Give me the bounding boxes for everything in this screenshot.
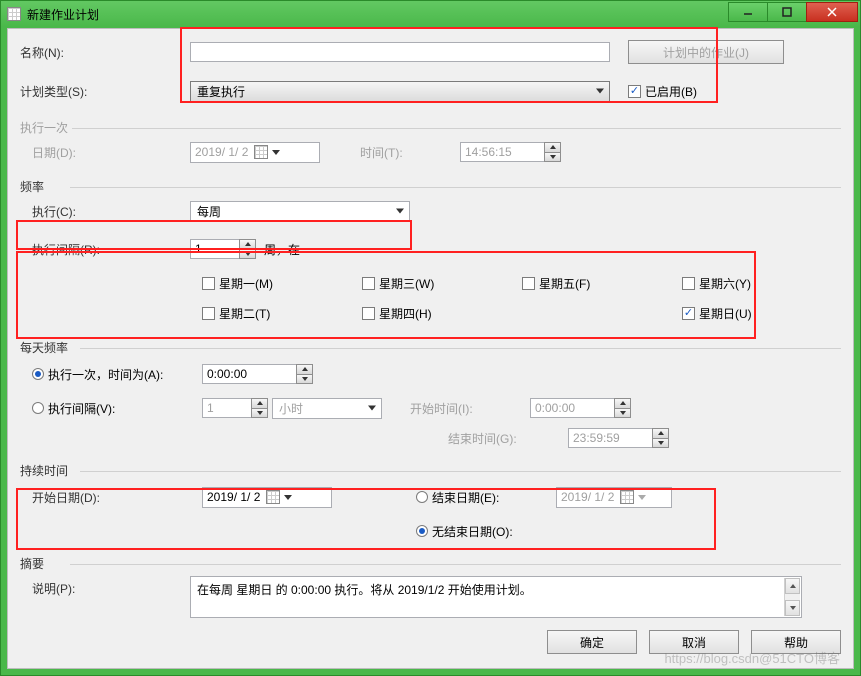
once-time-input [460, 142, 561, 162]
once-date-label: 日期(D): [20, 144, 190, 161]
ok-button[interactable]: 确定 [547, 630, 637, 654]
plan-type-value: 重复执行 [197, 83, 245, 100]
maximize-button[interactable] [767, 2, 807, 22]
weekday-sun[interactable]: 星期日(U) [682, 305, 782, 322]
check-icon [628, 85, 641, 98]
daily-end-label: 结束时间(G): [448, 430, 568, 447]
exec-interval-input[interactable] [190, 239, 256, 259]
weekday-mon[interactable]: 星期一(M) [202, 275, 362, 292]
daily-once-radio[interactable]: 执行一次，时间为(A): [32, 366, 202, 383]
end-date-radio[interactable]: 结束日期(E): [416, 489, 556, 506]
end-date-input: 2019/ 1/ 2 [556, 487, 672, 508]
once-date-input: 2019/ 1/ 2 [190, 142, 320, 163]
weekday-tue[interactable]: 星期二(T) [202, 305, 362, 322]
exec-interval-label: 执行间隔(R): [20, 241, 190, 258]
window-title: 新建作业计划 [27, 6, 99, 23]
enabled-checkbox[interactable]: 已启用(B) [628, 83, 697, 100]
plan-type-label: 计划类型(S): [20, 83, 190, 100]
name-input[interactable] [190, 42, 610, 62]
daily-interval-unit: 小时 [272, 398, 382, 419]
close-button[interactable] [806, 2, 858, 22]
weekday-fri[interactable]: 星期五(F) [522, 275, 682, 292]
scrollbar[interactable] [784, 578, 800, 616]
daily-freq-section: 每天频率 [20, 339, 841, 356]
start-date-label: 开始日期(D): [32, 489, 202, 506]
daily-start-time [530, 398, 631, 418]
weekday-wed[interactable]: 星期三(W) [362, 275, 522, 292]
titlebar: 新建作业计划 [1, 1, 860, 27]
duration-section: 持续时间 [20, 462, 841, 479]
no-end-date-radio[interactable]: 无结束日期(O): [416, 523, 513, 540]
exec-select[interactable]: 每周 [190, 201, 410, 222]
minimize-button[interactable] [728, 2, 768, 22]
cancel-button[interactable]: 取消 [649, 630, 739, 654]
run-once-section: 执行一次 [20, 119, 841, 136]
weekday-sat[interactable]: 星期六(Y) [682, 275, 782, 292]
exec-interval-suffix: 周，在 [264, 241, 300, 258]
plan-type-select[interactable]: 重复执行 [190, 81, 610, 102]
weekday-thu[interactable]: 星期四(H) [362, 305, 522, 322]
start-date-input[interactable]: 2019/ 1/ 2 [202, 487, 332, 508]
daily-interval-value [202, 398, 268, 418]
name-label: 名称(N): [20, 44, 190, 61]
frequency-section: 频率 [20, 178, 841, 195]
scheduled-jobs-button: 计划中的作业(J) [628, 40, 784, 64]
daily-interval-radio[interactable]: 执行间隔(V): [32, 400, 202, 417]
exec-label: 执行(C): [20, 203, 190, 220]
enabled-label: 已启用(B) [645, 83, 697, 100]
daily-start-label: 开始时间(I): [410, 400, 530, 417]
daily-once-time[interactable] [202, 364, 313, 384]
summary-desc-label: 说明(P): [20, 576, 190, 597]
help-button[interactable]: 帮助 [751, 630, 841, 654]
summary-textarea[interactable]: 在每周 星期日 的 0:00:00 执行。将从 2019/1/2 开始使用计划。 [190, 576, 802, 618]
daily-end-time [568, 428, 669, 448]
app-icon [7, 7, 21, 21]
summary-section: 摘要 [20, 555, 841, 572]
once-time-label: 时间(T): [360, 144, 460, 161]
highlight-box-interval [16, 251, 756, 339]
